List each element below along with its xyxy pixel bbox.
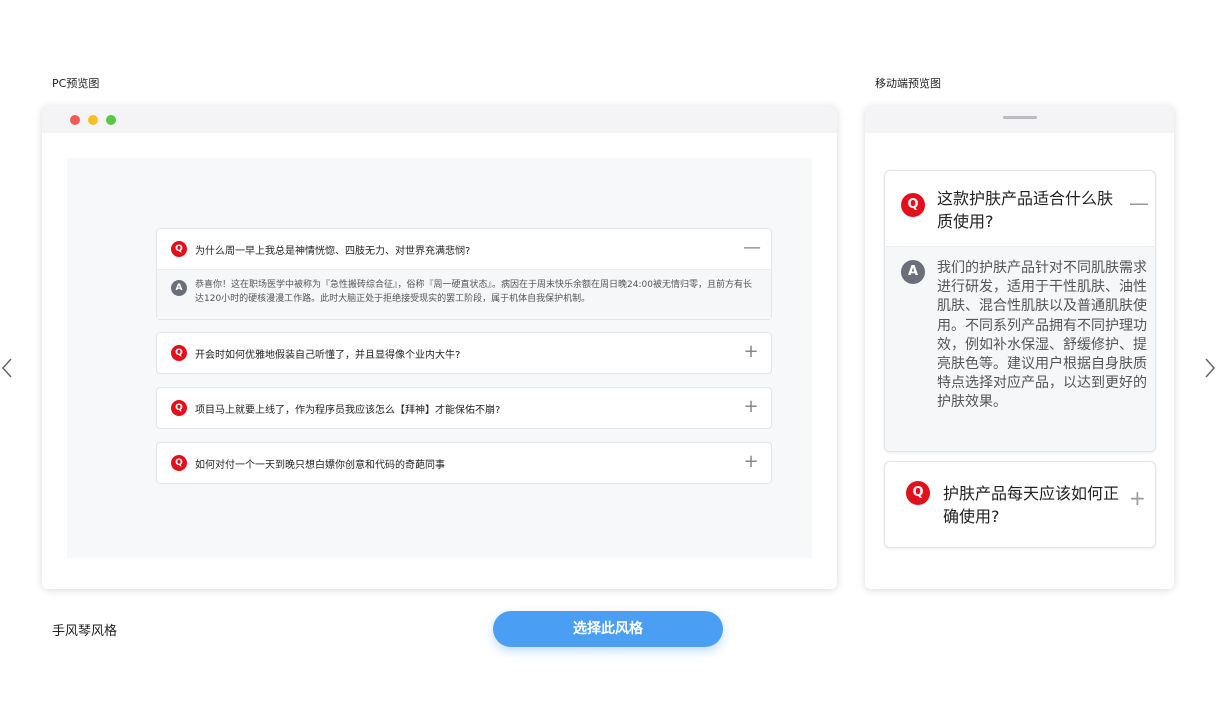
window-close-dot-icon xyxy=(70,115,80,125)
select-style-button[interactable]: 选择此风格 xyxy=(493,611,723,647)
question-badge-icon: Q xyxy=(906,481,930,505)
mobile-faq-item[interactable]: Q 这款护肤产品适合什么肤质使用? — A 我们的护肤产品针对不同肌肤需求进行研… xyxy=(884,170,1156,452)
pc-faq-question-text: 为什么周一早上我总是神情恍惚、四肢无力、对世界充满悲悯? xyxy=(195,246,471,257)
collapse-icon[interactable]: — xyxy=(743,237,761,259)
question-badge-icon: Q xyxy=(171,345,187,361)
pc-faq-answer: A 恭喜你！这在职场医学中被称为『急性搬砖综合征』，俗称『周一硬直状态』。病因在… xyxy=(157,269,771,319)
mobile-faq-answer-text: 我们的护肤产品针对不同肌肤需求进行研发，适用于干性肌肤、油性肌肤、混合性肌肤以及… xyxy=(937,260,1147,411)
question-badge-icon: Q xyxy=(171,455,187,471)
mobile-preview-label: 移动端预览图 xyxy=(875,77,941,90)
pc-preview-card: Q 为什么周一早上我总是神情恍惚、四肢无力、对世界充满悲悯? — A 恭喜你！这… xyxy=(42,106,837,589)
pc-window-titlebar xyxy=(42,106,837,133)
mobile-faq-question-row[interactable]: Q 这款护肤产品适合什么肤质使用? — xyxy=(885,171,1155,246)
mobile-preview-card: Q 这款护肤产品适合什么肤质使用? — A 我们的护肤产品针对不同肌肤需求进行研… xyxy=(865,106,1174,589)
mobile-faq-answer: A 我们的护肤产品针对不同肌肤需求进行研发，适用于干性肌肤、油性肌肤、混合性肌肤… xyxy=(885,246,1155,451)
pc-faq-question-row[interactable]: Q 开会时如何优雅地假装自己听懂了，并且显得像个业内大牛? + xyxy=(157,333,771,373)
pc-faq-question-row[interactable]: Q 项目马上就要上线了，作为程序员我应该怎么【拜神】才能保佑不崩? + xyxy=(157,388,771,428)
answer-badge-icon: A xyxy=(901,260,925,284)
expand-icon[interactable]: + xyxy=(743,341,759,363)
drag-handle-icon xyxy=(1003,116,1037,119)
mobile-titlebar xyxy=(865,106,1174,133)
pc-faq-item[interactable]: Q 如何对付一个一天到晚只想白嫖你创意和代码的奇葩同事 + xyxy=(156,442,772,484)
mobile-faq-question-row[interactable]: Q 护肤产品每天应该如何正确使用? + xyxy=(885,462,1155,547)
pc-faq-question-row[interactable]: Q 如何对付一个一天到晚只想白嫖你创意和代码的奇葩同事 + xyxy=(157,443,771,483)
mobile-faq-question-text: 护肤产品每天应该如何正确使用? xyxy=(943,484,1120,526)
collapse-icon[interactable]: — xyxy=(1129,191,1149,215)
mobile-faq-item[interactable]: Q 护肤产品每天应该如何正确使用? + xyxy=(884,461,1156,548)
pc-faq-question-text: 项目马上就要上线了，作为程序员我应该怎么【拜神】才能保佑不崩? xyxy=(195,405,501,416)
pc-preview-label: PC预览图 xyxy=(52,77,100,90)
question-badge-icon: Q xyxy=(171,400,187,416)
pc-faq-question-text: 如何对付一个一天到晚只想白嫖你创意和代码的奇葩同事 xyxy=(195,460,445,471)
prev-arrow-icon[interactable] xyxy=(0,355,16,381)
question-badge-icon: Q xyxy=(901,193,925,217)
expand-icon[interactable]: + xyxy=(1129,486,1146,510)
answer-badge-icon: A xyxy=(171,280,187,296)
pc-faq-item[interactable]: Q 为什么周一早上我总是神情恍惚、四肢无力、对世界充满悲悯? — A 恭喜你！这… xyxy=(156,228,772,320)
pc-canvas: Q 为什么周一早上我总是神情恍惚、四肢无力、对世界充满悲悯? — A 恭喜你！这… xyxy=(67,158,812,558)
pc-faq-question-text: 开会时如何优雅地假装自己听懂了，并且显得像个业内大牛? xyxy=(195,350,461,361)
pc-faq-answer-text: 恭喜你！这在职场医学中被称为『急性搬砖综合征』，俗称『周一硬直状态』。病因在于周… xyxy=(195,280,752,304)
expand-icon[interactable]: + xyxy=(743,396,759,418)
mobile-faq-question-text: 这款护肤产品适合什么肤质使用? xyxy=(937,189,1114,231)
question-badge-icon: Q xyxy=(171,241,187,257)
window-minimize-dot-icon xyxy=(88,115,98,125)
pc-faq-item[interactable]: Q 开会时如何优雅地假装自己听懂了，并且显得像个业内大牛? + xyxy=(156,332,772,374)
expand-icon[interactable]: + xyxy=(743,451,759,473)
window-maximize-dot-icon xyxy=(106,115,116,125)
pc-faq-item[interactable]: Q 项目马上就要上线了，作为程序员我应该怎么【拜神】才能保佑不崩? + xyxy=(156,387,772,429)
style-name-label: 手风琴风格 xyxy=(52,624,118,639)
pc-faq-question-row[interactable]: Q 为什么周一早上我总是神情恍惚、四肢无力、对世界充满悲悯? — xyxy=(157,229,771,269)
next-arrow-icon[interactable] xyxy=(1201,355,1217,381)
